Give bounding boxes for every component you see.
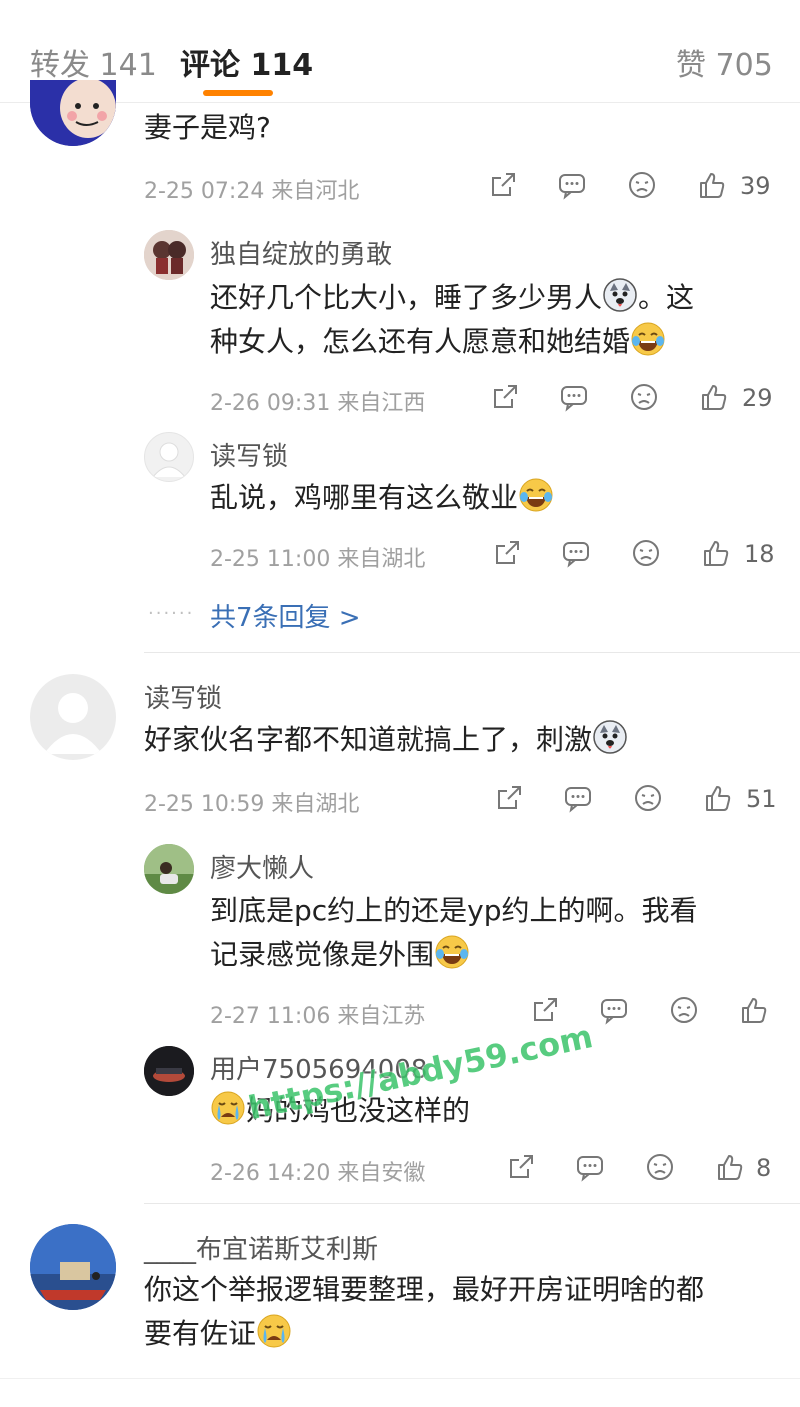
husky-emoji-icon bbox=[593, 720, 627, 754]
comment-text: 你这个举报逻辑要整理，最好开房证明啥的都 要有佐证 bbox=[144, 1273, 705, 1350]
like-icon[interactable] bbox=[739, 995, 769, 1025]
share-icon[interactable] bbox=[492, 538, 522, 568]
dislike-icon[interactable] bbox=[669, 995, 699, 1025]
comment-icon[interactable] bbox=[557, 170, 587, 200]
dislike-icon[interactable] bbox=[629, 382, 659, 412]
avatar[interactable] bbox=[144, 844, 194, 894]
husky-emoji-icon bbox=[603, 278, 637, 312]
share-icon[interactable] bbox=[490, 382, 520, 412]
share-icon[interactable] bbox=[494, 783, 524, 813]
like-icon[interactable] bbox=[697, 170, 727, 200]
dislike-icon[interactable] bbox=[631, 538, 661, 568]
comment-icon[interactable] bbox=[599, 995, 629, 1025]
like-count: 29 bbox=[742, 384, 773, 412]
comment-text: 妻子是鸡? bbox=[144, 111, 271, 144]
share-icon[interactable] bbox=[530, 995, 560, 1025]
like-count: 51 bbox=[746, 785, 777, 813]
reply-text: 到底是pc约上的还是yp约上的啊。我看 记录感觉像是外围 bbox=[210, 894, 698, 971]
divider bbox=[144, 1203, 800, 1204]
comment-username[interactable]: 读写锁 bbox=[144, 678, 222, 715]
comment-text: 好家伙名字都不知道就搞上了，刺激 bbox=[144, 718, 628, 762]
like-icon[interactable] bbox=[703, 783, 733, 813]
like-icon[interactable] bbox=[701, 538, 731, 568]
crying-emoji-icon bbox=[211, 1091, 245, 1125]
tab-likes[interactable]: 赞 705 bbox=[676, 40, 773, 84]
comment-icon[interactable] bbox=[559, 382, 589, 412]
like-count: 39 bbox=[740, 172, 771, 200]
avatar[interactable] bbox=[30, 674, 116, 760]
share-icon[interactable] bbox=[506, 1152, 536, 1182]
avatar[interactable] bbox=[30, 80, 116, 146]
tab-repost[interactable]: 转发 141 bbox=[30, 40, 157, 84]
reply-text: 乱说，鸡哪里有这么敬业 bbox=[210, 476, 554, 520]
laughing-tears-emoji-icon bbox=[519, 478, 553, 512]
comment-username[interactable]: ____布宜诺斯艾利斯 bbox=[144, 1229, 378, 1266]
like-count: 18 bbox=[744, 540, 775, 568]
avatar[interactable] bbox=[30, 1224, 116, 1310]
reply-date: 2-26 09:31 来自江西 bbox=[210, 391, 426, 416]
reply-username[interactable]: 读写锁 bbox=[210, 436, 288, 473]
reply-text: 还好几个比大小，睡了多少男人 。这 种女人，怎么还有人愿意和她结婚 bbox=[210, 276, 694, 364]
comment-date: 2-25 07:24 来自河北 bbox=[144, 179, 360, 204]
comment-tabs: 转发 141 评论 114 赞 705 bbox=[0, 0, 800, 103]
comment-icon[interactable] bbox=[563, 783, 593, 813]
more-replies-link[interactable]: 共7条回复 > bbox=[210, 597, 361, 634]
like-icon[interactable] bbox=[699, 382, 729, 412]
divider bbox=[144, 652, 800, 653]
dislike-icon[interactable] bbox=[627, 170, 657, 200]
laughing-tears-emoji-icon bbox=[631, 322, 665, 356]
avatar[interactable] bbox=[144, 230, 194, 280]
active-tab-indicator bbox=[203, 90, 273, 96]
laughing-tears-emoji-icon bbox=[435, 935, 469, 969]
like-count: 8 bbox=[756, 1154, 772, 1182]
more-dots: ······ bbox=[148, 603, 195, 624]
dislike-icon[interactable] bbox=[645, 1152, 675, 1182]
share-icon[interactable] bbox=[488, 170, 518, 200]
crying-emoji-icon bbox=[257, 1314, 291, 1348]
comment-date: 2-25 10:59 来自湖北 bbox=[144, 792, 360, 817]
dislike-icon[interactable] bbox=[633, 783, 663, 813]
comment-icon[interactable] bbox=[575, 1152, 605, 1182]
comment-icon[interactable] bbox=[561, 538, 591, 568]
reply-username[interactable]: 独自绽放的勇敢 bbox=[210, 234, 392, 271]
reply-date: 2-25 11:00 来自湖北 bbox=[210, 547, 426, 572]
reply-username[interactable]: 廖大懒人 bbox=[210, 848, 314, 885]
avatar[interactable] bbox=[144, 1046, 194, 1096]
avatar[interactable] bbox=[144, 432, 194, 482]
bottom-edge bbox=[0, 1378, 800, 1407]
like-icon[interactable] bbox=[715, 1152, 745, 1182]
reply-date: 2-26 14:20 来自安徽 bbox=[210, 1161, 426, 1186]
tab-comments[interactable]: 评论 114 bbox=[180, 40, 313, 84]
reply-date: 2-27 11:06 来自江苏 bbox=[210, 1004, 426, 1029]
